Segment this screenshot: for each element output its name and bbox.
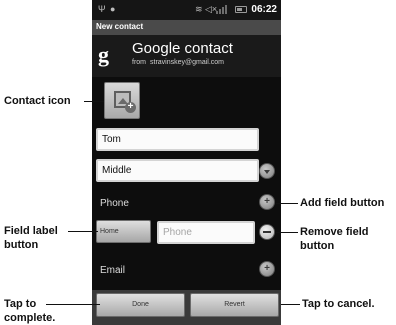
callout-tap-complete-2: complete. <box>4 312 56 324</box>
callout-tap-complete-1: Tap to <box>4 298 37 310</box>
add-phone-field-button[interactable]: + <box>259 194 275 210</box>
add-email-field-button[interactable]: + <box>259 261 275 277</box>
callout-tap-cancel: Tap to cancel. <box>302 298 375 310</box>
from-label: from <box>132 59 146 66</box>
phone-screen: Ψ ● ≋ ◁× 06:22 New contact g Google cont… <box>92 0 281 325</box>
remove-phone-field-button[interactable] <box>259 224 275 240</box>
usb-icon: Ψ <box>98 4 106 14</box>
account-title: Google contact <box>132 40 233 57</box>
callout-remove-field-2: button <box>300 240 335 252</box>
first-name-field[interactable]: Tom <box>96 128 259 151</box>
email-section-label: Email <box>100 265 126 276</box>
expand-name-button[interactable] <box>259 163 275 179</box>
callout-line-add-field <box>276 203 298 204</box>
callout-line-tap-cancel <box>281 304 300 305</box>
phone-input[interactable]: Phone <box>157 221 255 244</box>
callout-line-contact-icon <box>84 101 104 102</box>
callout-field-label-1: Field label <box>4 225 58 237</box>
middle-name-field[interactable]: Middle <box>96 159 259 182</box>
account-header: g Google contact from stravinskey@gmail.c… <box>92 35 281 77</box>
account-subtitle: from stravinskey@gmail.com <box>132 59 224 66</box>
callout-add-field: Add field button <box>300 197 385 209</box>
bottom-button-bar: Done Revert <box>92 290 281 325</box>
signal-icon <box>216 5 230 14</box>
battery-icon <box>235 6 247 13</box>
status-clock: 06:22 <box>251 4 277 15</box>
contact-icon-button[interactable]: + <box>104 82 140 119</box>
google-logo-icon: g <box>98 42 109 67</box>
phone-type-label-button[interactable]: Home <box>96 220 151 243</box>
callout-line-remove-field <box>276 232 298 233</box>
notification-icon: ● <box>110 4 116 14</box>
phone-section-label: Phone <box>100 198 129 209</box>
account-email: stravinskey@gmail.com <box>150 59 225 66</box>
window-title: New contact <box>92 20 281 35</box>
callout-remove-field-1: Remove field <box>300 226 369 238</box>
revert-button[interactable]: Revert <box>190 293 279 317</box>
done-button[interactable]: Done <box>96 293 185 317</box>
callout-field-label-2: button <box>4 239 39 251</box>
wifi-icon: ≋ <box>195 4 203 14</box>
status-bar: Ψ ● ≋ ◁× 06:22 <box>92 0 281 20</box>
callout-line-tap-complete <box>46 304 100 305</box>
callout-line-field-label <box>68 231 98 232</box>
add-photo-icon: + <box>125 102 136 113</box>
callout-contact-icon: Contact icon <box>4 95 71 107</box>
